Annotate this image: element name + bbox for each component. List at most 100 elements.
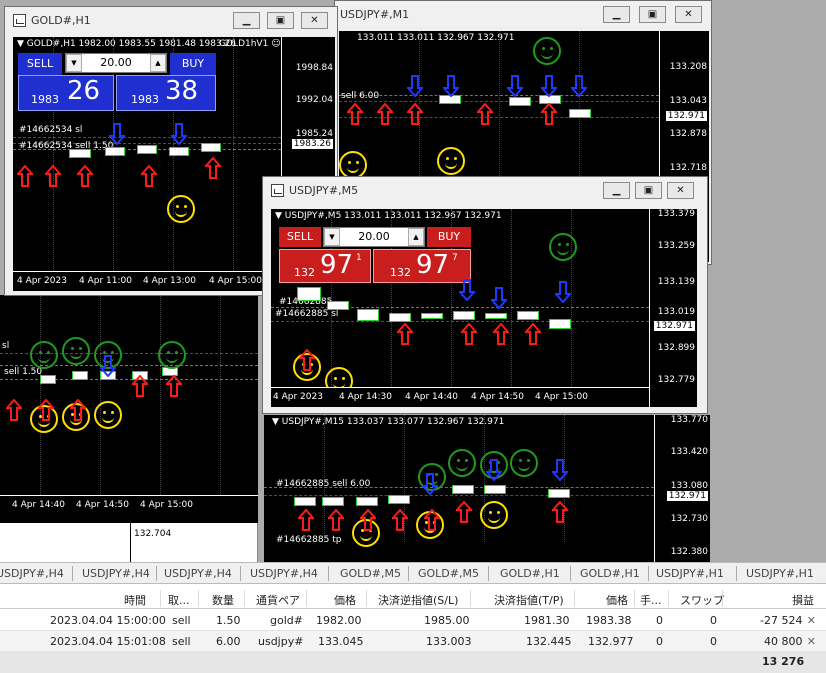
indicator-label: GOLD1hV1 ☺ — [219, 39, 281, 49]
buy-price-big: 38 — [165, 76, 199, 106]
price-label: 133.019 — [657, 307, 695, 317]
column-header-volume[interactable]: 数量 — [212, 592, 234, 608]
tab-chart[interactable]: GOLD#,M5 — [418, 567, 479, 580]
minimize-button[interactable]: ▁ — [603, 6, 630, 23]
arrow-up-icon — [523, 322, 543, 345]
cell-time: 2023.04.04 15:01:08 — [50, 635, 166, 648]
price-label: 133.770 — [670, 415, 708, 425]
maximize-button[interactable]: ▣ — [635, 182, 662, 199]
sell-price[interactable]: 132 97 1 — [279, 249, 371, 283]
tab-chart[interactable]: USDJPY#,H4 — [250, 567, 318, 580]
column-header-sl[interactable]: 決済逆指値(S/L) — [378, 592, 458, 608]
arrow-up-icon — [345, 102, 365, 125]
arrow-up-icon — [139, 164, 159, 187]
chart-header: ▼ USDJPY#,M5 133.011 133.011 132.967 132… — [275, 211, 502, 221]
smiley-icon — [158, 341, 186, 369]
balance-footer: 13 276 — [0, 651, 826, 673]
tab-chart[interactable]: USDJPY#,H1 — [746, 567, 814, 580]
tab-chart[interactable]: GOLD#,H1 — [500, 567, 560, 580]
maximize-button[interactable]: ▣ — [267, 12, 294, 29]
chart-window-icon — [271, 184, 284, 197]
arrow-down-icon — [405, 75, 425, 98]
tab-chart[interactable]: USDJPY#,H4 — [0, 567, 64, 580]
lot-increase-button[interactable]: ▲ — [150, 54, 166, 72]
time-label: 4 Apr 14:40 — [12, 500, 65, 510]
arrow-up-icon — [164, 374, 184, 397]
sl-label: sl — [2, 341, 10, 351]
tab-chart[interactable]: GOLD#,M5 — [340, 567, 401, 580]
minimize-button[interactable]: ▁ — [233, 12, 260, 29]
cell-swap: 0 — [710, 635, 717, 648]
lot-size-input[interactable]: ▼ 20.00 ▲ — [323, 227, 425, 247]
time-label: 4 Apr 14:40 — [405, 392, 458, 402]
sell-button[interactable]: SELL — [18, 53, 62, 75]
chart-window-usdjpy-m5[interactable]: USDJPY#,M5 ▁ ▣ ✕ ▼ USDJPY#,M5 133.011 13… — [262, 176, 708, 414]
titlebar[interactable]: USDJPY#,M1 ▁ ▣ ✕ — [335, 1, 711, 27]
tab-chart[interactable]: GOLD#,H1 — [580, 567, 640, 580]
maximize-button[interactable]: ▣ — [639, 6, 666, 23]
chart-ohlc: 133.011 133.011 132.967 132.971 — [357, 33, 515, 43]
time-label: 4 Apr 11:00 — [79, 276, 132, 286]
time-label: 4 Apr 15:00 — [535, 392, 588, 402]
close-button[interactable]: ✕ — [301, 12, 328, 29]
table-row[interactable]: 2023.04.04 15:01:08 sell 6.00 usdjpy# 13… — [0, 631, 826, 652]
buy-price[interactable]: 132 97 7 — [373, 249, 471, 283]
order-label: #14662534 sell 1.50 — [19, 141, 114, 151]
tab-chart[interactable]: USDJPY#,H4 — [82, 567, 150, 580]
chart-tabs: USDJPY#,H4 USDJPY#,H4 USDJPY#,H4 USDJPY#… — [0, 562, 826, 584]
sell-price[interactable]: 1983 26 — [18, 75, 114, 111]
table-row[interactable]: 2023.04.04 15:00:00 sell 1.50 gold# 1982… — [0, 610, 826, 631]
sell-label: sell 6.00 — [341, 91, 380, 101]
arrow-up-icon — [130, 374, 150, 397]
price-label: 133.379 — [657, 209, 695, 219]
arrow-up-icon — [550, 500, 570, 523]
price-label: 132.779 — [657, 375, 695, 385]
tab-chart[interactable]: USDJPY#,H1 — [656, 567, 724, 580]
cell-profit: -27 524 — [760, 614, 803, 627]
column-header-current-price[interactable]: 価格 — [606, 592, 628, 608]
close-button[interactable]: ✕ — [675, 6, 702, 23]
arrow-up-icon — [203, 156, 223, 179]
arrow-up-icon — [36, 398, 56, 421]
chart-usdjpy-m15[interactable]: ▼ USDJPY#,M15 133.037 133.077 132.967 13… — [264, 415, 710, 562]
close-button[interactable]: ✕ — [667, 182, 694, 199]
arrow-down-icon — [420, 473, 440, 496]
arrow-up-icon — [4, 398, 24, 421]
column-header-price[interactable]: 価格 — [334, 592, 356, 608]
close-position-icon[interactable]: ✕ — [807, 635, 816, 648]
smiley-icon — [339, 151, 367, 179]
buy-button[interactable]: BUY — [427, 227, 471, 247]
buy-price[interactable]: 1983 38 — [116, 75, 216, 111]
cell-tp: 132.445 — [526, 635, 572, 648]
column-header-symbol[interactable]: 通貨ペア — [256, 592, 300, 608]
price-label: 132.730 — [670, 514, 708, 524]
arrow-down-icon — [98, 355, 118, 378]
buy-button[interactable]: BUY — [170, 53, 216, 75]
price-label: 132.704 — [134, 529, 172, 539]
chart-background-left[interactable]: sl sell 1.50 4 Apr 14:40 4 Apr 14:50 4 A… — [0, 295, 258, 523]
sell-price-small: 132 — [294, 266, 315, 279]
sell-button[interactable]: SELL — [279, 227, 321, 247]
lot-decrease-button[interactable]: ▼ — [324, 228, 340, 246]
titlebar[interactable]: GOLD#,H1 ▁ ▣ ✕ — [5, 7, 337, 33]
tab-chart[interactable]: USDJPY#,H4 — [164, 567, 232, 580]
column-header-commission[interactable]: 手... — [640, 592, 662, 608]
arrow-up-icon — [539, 102, 559, 125]
lot-increase-button[interactable]: ▲ — [408, 228, 424, 246]
cell-profit: 40 800 — [764, 635, 803, 648]
column-header-tp[interactable]: 決済指値(T/P) — [494, 592, 564, 608]
column-header-swap[interactable]: スワップ — [680, 592, 724, 608]
minimize-button[interactable]: ▁ — [603, 182, 630, 199]
close-position-icon[interactable]: ✕ — [807, 614, 816, 627]
arrow-down-icon — [553, 281, 573, 304]
smiley-icon — [510, 449, 538, 477]
column-header-time[interactable]: 時間 — [124, 592, 146, 608]
price-label: 133.080 — [670, 481, 708, 491]
column-header-profit[interactable]: 損益 — [792, 592, 814, 608]
lot-decrease-button[interactable]: ▼ — [66, 54, 82, 72]
lot-size-input[interactable]: ▼ 20.00 ▲ — [65, 53, 167, 73]
titlebar[interactable]: USDJPY#,M5 ▁ ▣ ✕ — [263, 177, 707, 203]
price-label: 133.043 — [669, 96, 707, 106]
column-header-type[interactable]: 取... — [168, 592, 190, 608]
buy-label: BUY — [437, 230, 461, 243]
